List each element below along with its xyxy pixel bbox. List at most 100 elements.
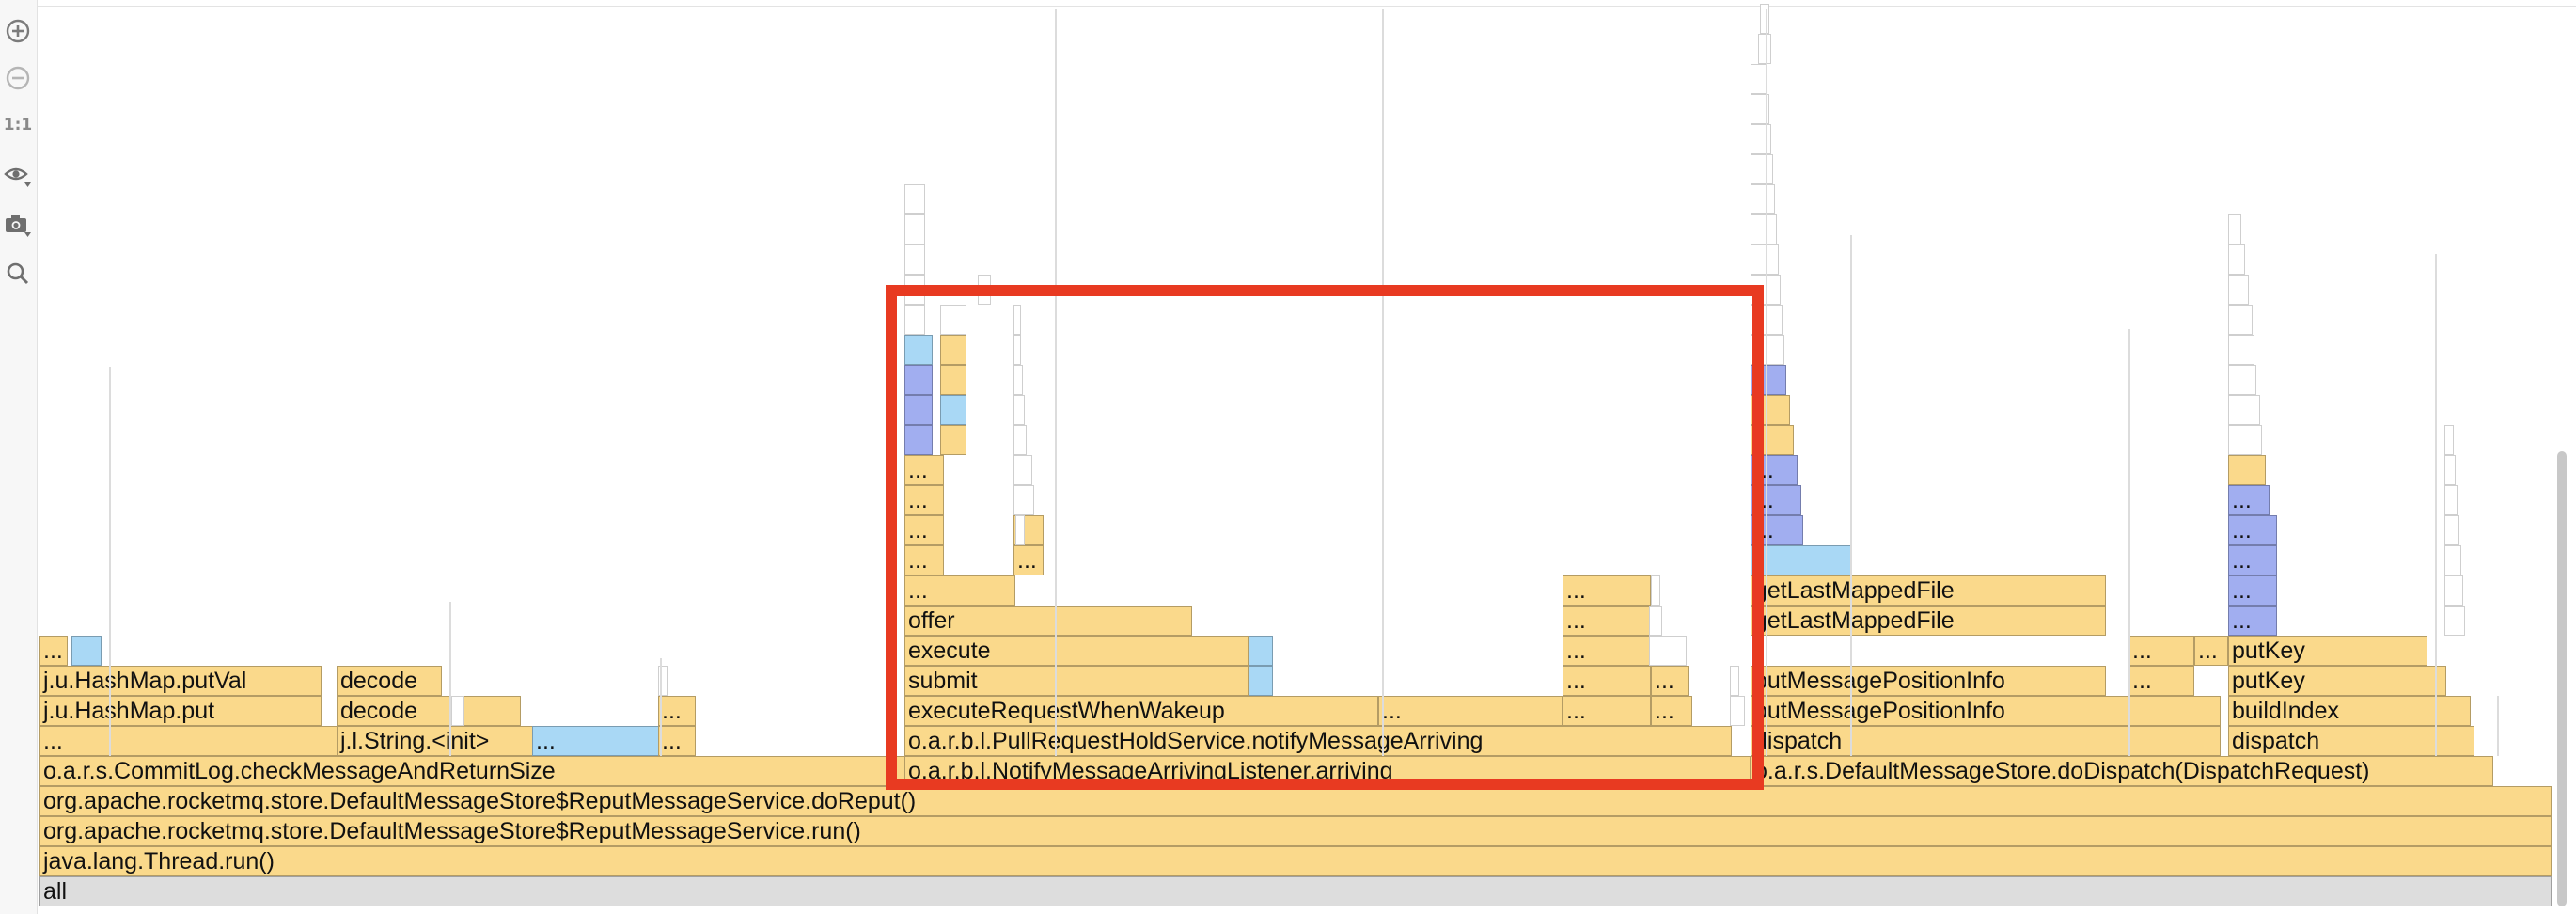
flame-frame[interactable]: o.a.r.b.l.NotifyMessageArrivingListener.… [904,756,1751,786]
flame-frame[interactable] [2444,606,2465,636]
flame-frame[interactable] [904,214,925,244]
flame-frame[interactable]: ... [904,485,944,515]
flame-frame[interactable]: ... [2228,575,2277,606]
flame-frame[interactable] [904,275,925,305]
flame-frame[interactable]: j.l.String.<init> [337,726,534,756]
flame-frame[interactable]: ... [904,575,1015,606]
flame-frame[interactable]: ... [1013,545,1044,575]
flame-frame[interactable]: ... [39,636,68,666]
flame-frame[interactable]: ... [532,726,660,756]
flame-frame[interactable]: execute [904,636,1249,666]
flame-frame[interactable]: ... [1563,666,1651,696]
flame-frame[interactable] [2228,455,2266,485]
flame-frame[interactable] [904,244,925,275]
flame-frame[interactable]: org.apache.rocketmq.store.DefaultMessage… [39,786,2552,816]
flame-frame[interactable] [940,395,966,425]
flame-frame[interactable] [2444,515,2459,545]
flame-frame[interactable]: offer [904,606,1192,636]
flame-frame[interactable]: ... [1563,606,1651,636]
flame-frame[interactable] [2444,545,2461,575]
flame-frame[interactable] [2444,575,2463,606]
flame-frame[interactable]: ... [658,726,696,756]
flame-frame[interactable] [2228,214,2241,244]
flame-frame[interactable] [904,335,933,365]
flame-frame[interactable] [1013,425,1027,455]
flame-frame[interactable] [1751,425,1794,455]
flame-frame[interactable] [940,425,966,455]
flame-frame[interactable] [2228,365,2256,395]
flame-frame[interactable] [2228,395,2260,425]
flame-frame[interactable]: j.u.HashMap.put [39,696,322,726]
flame-frame[interactable]: all [39,876,2552,906]
flame-frame[interactable] [1013,395,1025,425]
flame-frame[interactable] [904,425,933,455]
flame-frame[interactable]: decode [337,696,521,726]
flame-frame[interactable] [1013,485,1034,515]
flame-frame[interactable] [1649,636,1687,666]
flame-frame[interactable] [1730,666,1739,696]
flame-frame[interactable] [1013,305,1021,335]
flame-frame[interactable]: ... [1651,666,1689,696]
flame-frame[interactable] [940,365,966,395]
flame-frame[interactable] [2228,275,2249,305]
flame-frame[interactable] [1013,365,1023,395]
flame-frame[interactable]: dispatch [1751,726,2221,756]
flame-frame[interactable] [1751,154,1773,184]
flame-frame[interactable] [1751,244,1779,275]
flame-frame[interactable]: dispatch [2228,726,2474,756]
flame-frame[interactable] [904,184,925,214]
flame-frame[interactable]: org.apache.rocketmq.store.DefaultMessage… [39,816,2552,846]
flame-frame[interactable]: submit [904,666,1249,696]
flame-frame[interactable] [1760,4,1769,34]
flame-frame[interactable] [904,365,933,395]
flame-frame[interactable]: ... [904,515,944,545]
flame-frame[interactable] [451,696,464,726]
flame-frame[interactable] [2444,485,2458,515]
flame-frame[interactable]: ... [2228,515,2277,545]
flame-frame[interactable]: getLastMappedFile [1751,606,2106,636]
flame-frame[interactable] [940,305,966,335]
flame-frame[interactable]: ... [1651,696,1692,726]
flame-frame[interactable]: putMessagePositionInfo [1751,696,2221,726]
flame-frame[interactable] [1730,696,1745,726]
flame-frame[interactable]: ... [2194,636,2228,666]
flame-frame[interactable] [2444,425,2454,455]
flame-frame[interactable] [1649,606,1662,636]
flame-frame[interactable]: getLastMappedFile [1751,575,2106,606]
flame-frame[interactable] [1751,184,1775,214]
flame-frame[interactable] [2228,335,2254,365]
flame-frame[interactable]: ... [1563,636,1651,666]
flame-frame[interactable]: decode [337,666,442,696]
flame-frame[interactable] [1249,636,1273,666]
flame-frame[interactable]: ... [904,455,944,485]
flame-frame[interactable]: j.u.HashMap.putVal [39,666,322,696]
flame-frame[interactable] [1758,34,1771,64]
flame-frame[interactable] [2228,244,2245,275]
flame-frame[interactable] [1751,395,1790,425]
flame-frame[interactable]: ... [2228,606,2277,636]
flame-frame[interactable] [1651,575,1660,606]
flame-frame[interactable] [2444,455,2456,485]
flame-frame[interactable]: putMessagePositionInfo [1751,666,2106,696]
flame-frame[interactable]: putKey [2228,666,2446,696]
flame-frame[interactable]: ... [1563,575,1651,606]
flame-frame[interactable] [940,335,966,365]
flame-frame[interactable] [1751,335,1784,365]
flame-frame[interactable]: ... [1751,515,1803,545]
vertical-scrollbar[interactable] [2557,451,2567,906]
flame-frame[interactable]: ... [1751,485,1801,515]
flame-frame[interactable]: o.a.r.b.l.PullRequestHoldService.notifyM… [904,726,1732,756]
flame-frame[interactable]: ... [1378,696,1563,726]
flame-frame[interactable]: ... [1563,696,1651,726]
flame-frame[interactable]: putKey [2228,636,2427,666]
flame-frame[interactable]: ... [2228,485,2270,515]
flame-frame[interactable]: ... [2128,636,2194,666]
flame-frame[interactable] [978,275,991,305]
flame-frame[interactable]: ... [2128,666,2194,696]
flame-frame[interactable]: executeRequestWhenWakeup [904,696,1378,726]
flame-frame[interactable]: ... [1751,455,1798,485]
flame-frame[interactable] [71,636,102,666]
flame-frame[interactable]: ... [658,696,696,726]
flame-frame[interactable] [2228,305,2253,335]
flame-frame[interactable] [1249,666,1273,696]
